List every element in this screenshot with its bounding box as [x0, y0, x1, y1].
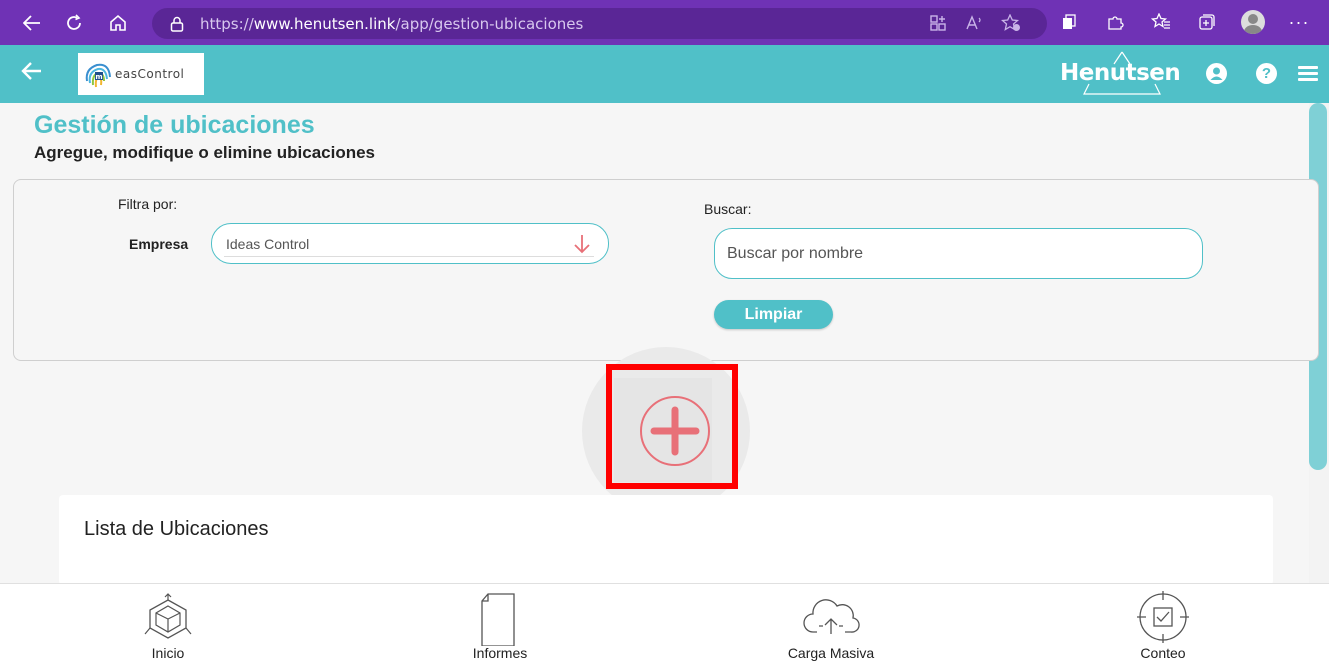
nav-label: Conteo: [1140, 645, 1186, 661]
collections-icon[interactable]: [1195, 10, 1219, 34]
locations-list-title: Lista de Ubicaciones: [84, 518, 269, 540]
nav-item-informes[interactable]: Informes: [450, 584, 550, 664]
page-title: Gestión de ubicaciones: [34, 111, 315, 139]
back-arrow-icon[interactable]: [20, 59, 50, 89]
cube-icon: [144, 593, 192, 639]
target-check-icon: [1137, 591, 1189, 643]
document-icon: [481, 593, 515, 646]
puzzle-icon[interactable]: [1103, 10, 1127, 34]
browser-home-icon[interactable]: [100, 5, 136, 41]
profile-avatar-icon[interactable]: [1241, 10, 1265, 34]
company-select-value: Ideas Control: [226, 236, 310, 252]
search-input[interactable]: [714, 228, 1203, 279]
highlight-box: [606, 364, 738, 489]
clear-button[interactable]: Limpiar: [714, 300, 833, 329]
favorite-add-icon[interactable]: [1000, 13, 1021, 37]
address-bar[interactable]: https://www.henutsen.link/app/gestion-ub…: [152, 8, 1047, 39]
nav-item-carga-masiva[interactable]: Carga Masiva: [771, 584, 891, 664]
cloud-upload-icon: [803, 599, 860, 634]
more-options-icon[interactable]: ···: [1287, 10, 1311, 34]
browser-refresh-icon[interactable]: [56, 5, 92, 41]
favorites-icon[interactable]: [1149, 10, 1173, 34]
browser-back-icon[interactable]: [14, 5, 50, 41]
arrow-down-icon[interactable]: [572, 233, 592, 255]
bottom-navigation: Inicio Informes Carga Masiva Conteo: [0, 583, 1329, 664]
nav-label: Carga Masiva: [787, 645, 875, 661]
browser-toolbar: https://www.henutsen.link/app/gestion-ub…: [0, 0, 1329, 45]
search-label: Buscar:: [704, 201, 752, 217]
svg-text:m: m: [95, 73, 102, 81]
brand-triangle-icon: [1083, 51, 1161, 95]
hamburger-menu-icon[interactable]: [1298, 66, 1318, 81]
lock-icon: [170, 16, 186, 32]
user-account-icon[interactable]: [1206, 63, 1227, 84]
app-grid-icon[interactable]: [929, 14, 947, 37]
filter-by-label: Filtra por:: [118, 196, 178, 212]
fingerprint-logo-icon: m: [83, 59, 113, 89]
read-aloud-icon[interactable]: [965, 14, 983, 37]
nav-label: Inicio: [151, 645, 185, 661]
nav-item-conteo[interactable]: Conteo: [1113, 584, 1213, 664]
extensions-icon[interactable]: [1057, 10, 1081, 34]
company-label: Empresa: [129, 236, 189, 252]
nav-label: Informes: [472, 645, 528, 661]
nav-item-inicio[interactable]: Inicio: [118, 584, 218, 664]
url-text: https://www.henutsen.link/app/gestion-ub…: [200, 14, 584, 33]
company-logo: m easControl: [78, 53, 204, 95]
page-subtitle: Agregue, modifique o elimine ubicaciones: [34, 143, 376, 162]
company-select[interactable]: Ideas Control: [211, 223, 609, 264]
help-icon[interactable]: ?: [1256, 63, 1277, 84]
